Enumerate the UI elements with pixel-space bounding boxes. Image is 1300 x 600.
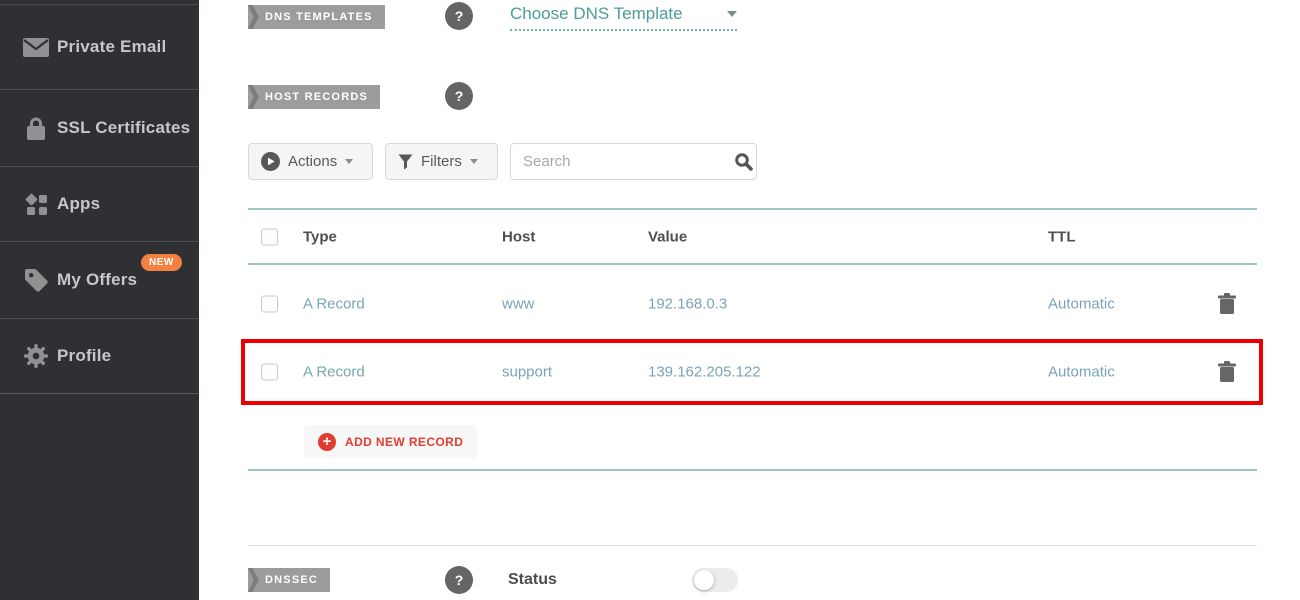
add-new-record-label: ADD NEW RECORD bbox=[345, 435, 463, 449]
sidebar-divider bbox=[0, 393, 199, 394]
row-checkbox[interactable] bbox=[261, 296, 278, 313]
filters-button[interactable]: Filters bbox=[385, 143, 498, 180]
sidebar-item-label: Apps bbox=[57, 194, 100, 214]
sidebar-item-label: SSL Certificates bbox=[57, 118, 190, 138]
record-type[interactable]: A Record bbox=[303, 364, 365, 381]
row-checkbox[interactable] bbox=[261, 364, 278, 381]
dnssec-status-label: Status bbox=[508, 571, 557, 589]
sidebar-item-my-offers[interactable]: My Offers NEW bbox=[0, 241, 199, 318]
filters-button-label: Filters bbox=[421, 153, 462, 170]
dropdown-selected-label: Choose DNS Template bbox=[510, 4, 683, 24]
tag-icon bbox=[21, 267, 51, 293]
column-header-host: Host bbox=[502, 228, 535, 245]
record-host[interactable]: support bbox=[502, 364, 552, 381]
select-all-checkbox[interactable] bbox=[261, 228, 278, 245]
section-divider bbox=[248, 545, 1257, 546]
record-ttl[interactable]: Automatic bbox=[1048, 296, 1115, 313]
apps-icon bbox=[21, 192, 51, 217]
table-row: A Record support 139.162.205.122 Automat… bbox=[248, 339, 1257, 405]
chevron-down-icon bbox=[727, 11, 737, 17]
sidebar-item-private-email[interactable]: Private Email bbox=[0, 4, 199, 89]
search-box bbox=[510, 143, 757, 180]
actions-button[interactable]: Actions bbox=[248, 143, 373, 180]
add-new-record-button[interactable]: + ADD NEW RECORD bbox=[304, 425, 477, 458]
sidebar-item-label: Private Email bbox=[57, 37, 166, 57]
table-row: A Record www 192.168.0.3 Automatic bbox=[248, 270, 1257, 338]
chevron-down-icon bbox=[470, 159, 478, 164]
sidebar-item-apps[interactable]: Apps bbox=[0, 166, 199, 241]
host-records-help-icon[interactable]: ? bbox=[445, 82, 473, 110]
advanced-dns-page: Private Email SSL Certificates Apps My O… bbox=[0, 0, 1300, 600]
dns-templates-section-label: DNS TEMPLATES bbox=[248, 5, 385, 29]
funnel-icon bbox=[398, 154, 413, 170]
sidebar-item-label: My Offers bbox=[57, 270, 137, 290]
dns-templates-help-icon[interactable]: ? bbox=[445, 2, 473, 30]
sidebar: Private Email SSL Certificates Apps My O… bbox=[0, 0, 199, 600]
envelope-icon bbox=[21, 38, 51, 57]
gear-icon bbox=[21, 343, 51, 369]
choose-dns-template-dropdown[interactable]: Choose DNS Template bbox=[510, 4, 737, 31]
column-header-value: Value bbox=[648, 228, 687, 245]
search-icon[interactable] bbox=[734, 152, 753, 171]
dnssec-help-icon[interactable]: ? bbox=[445, 566, 473, 594]
record-host[interactable]: www bbox=[502, 296, 535, 313]
play-icon bbox=[261, 152, 280, 171]
trash-icon[interactable] bbox=[1217, 292, 1237, 316]
plus-icon: + bbox=[318, 433, 336, 451]
chevron-down-icon bbox=[345, 159, 353, 164]
record-value[interactable]: 192.168.0.3 bbox=[648, 296, 727, 313]
column-header-type: Type bbox=[303, 228, 337, 245]
host-records-table-header: Type Host Value TTL bbox=[248, 208, 1257, 265]
dnssec-status-toggle[interactable] bbox=[692, 568, 738, 592]
actions-button-label: Actions bbox=[288, 153, 337, 170]
lock-icon bbox=[21, 115, 51, 141]
new-badge: NEW bbox=[141, 254, 182, 271]
record-type[interactable]: A Record bbox=[303, 296, 365, 313]
sidebar-item-profile[interactable]: Profile bbox=[0, 318, 199, 393]
dnssec-section-label: DNSSEC bbox=[248, 568, 330, 592]
sidebar-item-ssl-certificates[interactable]: SSL Certificates bbox=[0, 89, 199, 166]
toggle-knob bbox=[694, 570, 714, 590]
sidebar-item-label: Profile bbox=[57, 346, 111, 366]
record-ttl[interactable]: Automatic bbox=[1048, 364, 1115, 381]
record-value[interactable]: 139.162.205.122 bbox=[648, 364, 761, 381]
table-bottom-border bbox=[248, 469, 1257, 471]
column-header-ttl: TTL bbox=[1048, 228, 1076, 245]
trash-icon[interactable] bbox=[1217, 360, 1237, 384]
host-records-section-label: HOST RECORDS bbox=[248, 85, 380, 109]
search-input[interactable] bbox=[511, 153, 734, 170]
